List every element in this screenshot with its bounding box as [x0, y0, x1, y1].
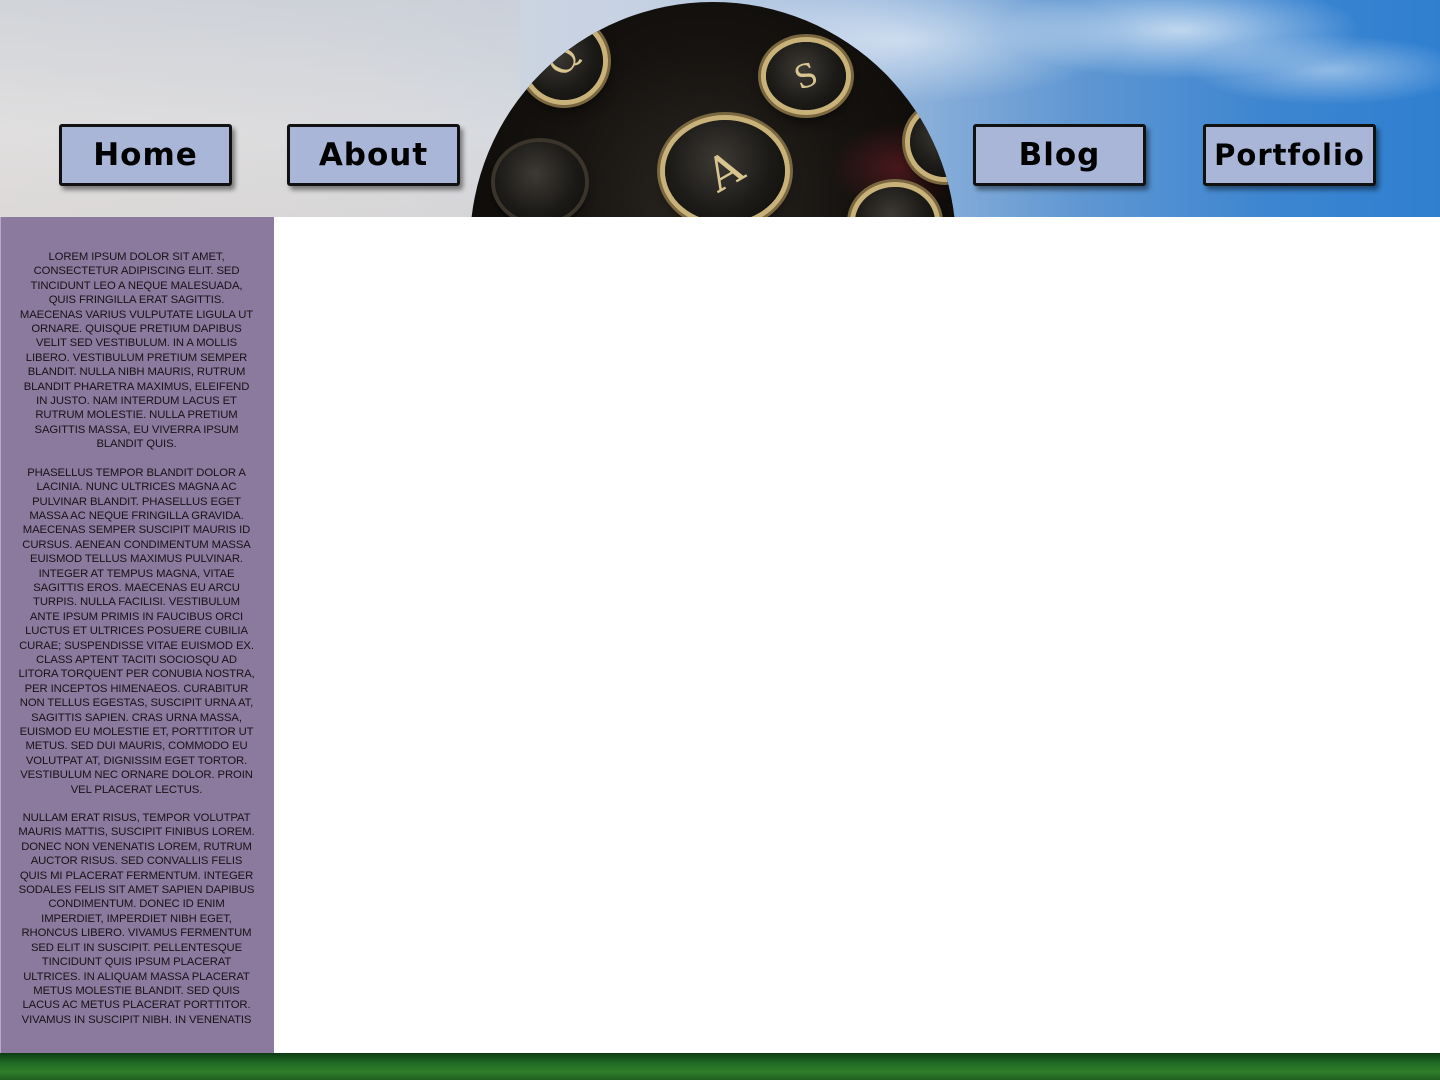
typewriter-key-s: S [766, 42, 846, 110]
key-letter: Q [539, 39, 589, 83]
nav-blog-button[interactable]: Blog [973, 124, 1146, 186]
nav-home-button[interactable]: Home [59, 124, 232, 186]
nav-portfolio-button[interactable]: Portfolio [1203, 124, 1376, 186]
key-letter: S [789, 54, 823, 98]
typewriter-key-q: Q [512, 9, 616, 113]
typewriter-key-a: A [665, 120, 785, 217]
sidebar-paragraph: Phasellus tempor blandit dolor a lacinia… [18, 466, 255, 796]
typewriter-keys-image: Q S A [470, 2, 956, 217]
key-letter: A [697, 139, 753, 203]
sidebar-paragraph: Nullam erat risus, tempor volutpat mauri… [18, 812, 255, 1026]
sidebar-paragraph: Lorem ipsum dolor sit amet, consectetur … [19, 251, 254, 451]
nav-about-button[interactable]: About [287, 124, 460, 186]
main-content-area [274, 217, 1440, 1053]
header-banner: Q S A Home About Blog Portfolio [0, 0, 1440, 217]
sidebar: Lorem ipsum dolor sit amet, consectetur … [0, 217, 274, 1053]
footer-grass [0, 1053, 1440, 1080]
typewriter-key-partial [495, 142, 585, 217]
